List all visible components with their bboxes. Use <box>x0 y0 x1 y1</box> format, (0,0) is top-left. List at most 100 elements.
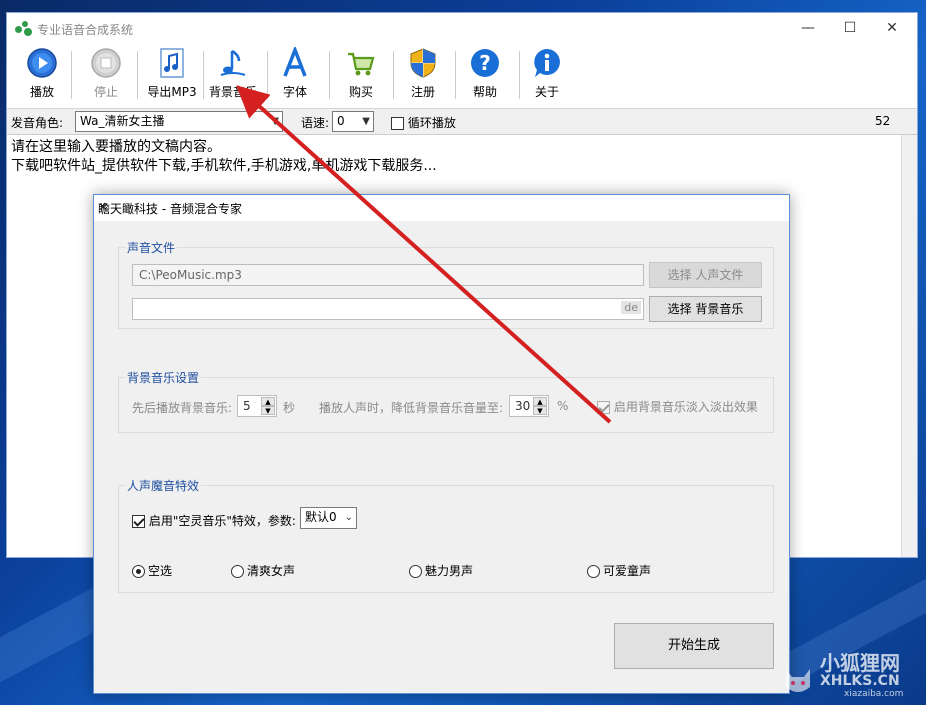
export-mp3-button[interactable]: 导出MP3 <box>145 47 199 105</box>
enable-effect-checkbox-box[interactable] <box>132 515 145 528</box>
radio-label: 可爱童声 <box>603 564 652 578</box>
voice-select[interactable]: Wa_清新女主播 ▼ <box>75 111 283 132</box>
select-voice-file-button[interactable]: 选择 人声文件 <box>649 262 762 288</box>
editor-scrollbar[interactable] <box>901 135 917 557</box>
chevron-down-icon: ▼ <box>362 116 370 127</box>
fade-checkbox[interactable]: 启用背景音乐淡入淡出效果 <box>597 398 758 415</box>
background-music-button[interactable]: 背景音乐 <box>207 47 259 105</box>
toolbar-divider <box>203 51 204 99</box>
buy-label: 购买 <box>348 85 373 99</box>
fade-checkbox-box[interactable] <box>597 401 610 414</box>
watermark-domain: XHLKS.CN <box>820 673 900 689</box>
music-note-icon <box>220 49 246 76</box>
background-music-settings-group: 背景音乐设置 先后播放背景音乐: 5 ▲ ▼ 秒 播放人声时，降低背景音乐音量至:… <box>118 369 774 433</box>
loop-label: 循环播放 <box>407 116 456 130</box>
play-icon <box>27 48 57 78</box>
toolbar-divider <box>71 51 72 99</box>
close-button[interactable]: ✕ <box>877 17 907 39</box>
fade-label: 启用背景音乐淡入淡出效果 <box>613 400 758 414</box>
delay-value: 5 <box>243 399 251 413</box>
speed-select[interactable]: 0 ▼ <box>332 111 374 132</box>
cart-icon <box>348 52 375 76</box>
file-tag: de <box>621 301 641 314</box>
enable-effect-label: 启用"空灵音乐"特效，参数: <box>148 514 296 528</box>
register-button[interactable]: 注册 <box>403 47 443 105</box>
radio-option[interactable]: 可爱童声 <box>587 562 651 579</box>
editor-line: 下载吧软件站_提供软件下载,手机软件,手机游戏,单机游戏下载服务... <box>11 158 437 174</box>
spinner-arrows[interactable]: ▲ ▼ <box>533 397 547 415</box>
radio-button[interactable] <box>587 565 600 578</box>
audio-mix-dialog: 瞻天瞰科技 - 音频混合专家 ✕ 声音文件 C:\PeoMusic.mp3 选择… <box>93 194 790 694</box>
reduce-volume-spinner[interactable]: 30 ▲ ▼ <box>509 395 549 417</box>
spinner-arrows[interactable]: ▲ ▼ <box>261 397 275 415</box>
reduce-volume-value: 30 <box>515 399 531 413</box>
music-note-icon <box>160 48 184 78</box>
radio-button[interactable] <box>132 565 145 578</box>
help-icon: ? <box>471 49 499 77</box>
voice-effect-group: 人声魔音特效 启用"空灵音乐"特效，参数: 默认0 ⌄ 空选 清爽女声 魅力男声… <box>118 477 774 593</box>
radio-option[interactable]: 魅力男声 <box>409 562 473 579</box>
toolbar: 播放 停止 导出MP3 背景音乐 字体 购买 注册 ? 帮助 关于 <box>7 43 917 109</box>
start-generate-button[interactable]: 开始生成 <box>614 623 774 669</box>
options-bar: 发音角色: Wa_清新女主播 ▼ 语速: 0 ▼ 循环播放 52 <box>7 109 917 135</box>
fox-icon <box>786 669 810 692</box>
reduce-volume-unit: % <box>557 399 569 413</box>
dialog-close-button[interactable]: ✕ <box>98 200 781 214</box>
loop-checkbox-box[interactable] <box>391 117 404 130</box>
stop-icon <box>91 48 121 78</box>
background-music-label: 背景音乐 <box>208 85 257 99</box>
radio-label: 魅力男声 <box>425 564 474 578</box>
chevron-down-icon: ⌄ <box>344 512 353 523</box>
toolbar-divider <box>137 51 138 99</box>
watermark-subdomain: xiazaiba.com <box>844 689 904 699</box>
font-button[interactable]: 字体 <box>275 47 315 105</box>
voice-file-field[interactable]: C:\PeoMusic.mp3 <box>132 264 644 286</box>
register-label: 注册 <box>410 85 435 99</box>
font-icon <box>283 47 307 77</box>
window-title: 专业语音合成系统 <box>37 23 134 37</box>
voice-value: Wa_清新女主播 <box>80 114 165 128</box>
stop-button[interactable]: 停止 <box>85 47 127 105</box>
voice-label: 发音角色: <box>11 116 64 130</box>
shield-icon <box>410 48 436 78</box>
background-music-file-field[interactable]: de <box>132 298 644 320</box>
radio-option[interactable]: 清爽女声 <box>231 562 295 579</box>
effect-param-select[interactable]: 默认0 ⌄ <box>300 507 357 529</box>
group-title: 背景音乐设置 <box>125 369 202 386</box>
play-label: 播放 <box>29 85 54 99</box>
select-background-music-button[interactable]: 选择 背景音乐 <box>649 296 762 322</box>
toolbar-divider <box>267 51 268 99</box>
about-label: 关于 <box>534 85 559 99</box>
toolbar-divider <box>455 51 456 99</box>
toolbar-divider <box>519 51 520 99</box>
about-button[interactable]: 关于 <box>529 47 565 105</box>
loop-checkbox[interactable]: 循环播放 <box>391 114 456 131</box>
minimize-button[interactable]: — <box>793 17 823 39</box>
help-button[interactable]: ? 帮助 <box>467 47 503 105</box>
char-count: 52 <box>875 114 891 128</box>
editor-line: 请在这里输入要播放的文稿内容。 <box>11 139 221 155</box>
delay-spinner[interactable]: 5 ▲ ▼ <box>237 395 277 417</box>
info-icon <box>534 49 560 77</box>
radio-button[interactable] <box>409 565 422 578</box>
help-label: 帮助 <box>472 85 497 99</box>
group-title: 人声魔音特效 <box>125 477 202 494</box>
chevron-down-icon: ▼ <box>271 116 279 127</box>
enable-effect-checkbox[interactable]: 启用"空灵音乐"特效，参数: <box>132 512 296 529</box>
buy-button[interactable]: 购买 <box>341 47 381 105</box>
radio-option[interactable]: 空选 <box>132 562 172 579</box>
font-label: 字体 <box>282 85 307 99</box>
play-button[interactable]: 播放 <box>21 47 63 105</box>
export-mp3-label: 导出MP3 <box>147 85 197 99</box>
watermark-title: 小狐狸网 <box>820 651 900 675</box>
title-bar: 专业语音合成系统 — ☐ ✕ <box>7 13 917 43</box>
maximize-button[interactable]: ☐ <box>835 17 865 39</box>
toolbar-divider <box>393 51 394 99</box>
effect-param-value: 默认0 <box>305 510 337 524</box>
radio-button[interactable] <box>231 565 244 578</box>
toolbar-divider <box>329 51 330 99</box>
watermark-logo: 小狐狸网 XHLKS.CN xiazaiba.com <box>780 643 920 699</box>
svg-text:?: ? <box>479 51 491 75</box>
radio-label: 清爽女声 <box>247 564 296 578</box>
radio-label: 空选 <box>148 564 173 578</box>
